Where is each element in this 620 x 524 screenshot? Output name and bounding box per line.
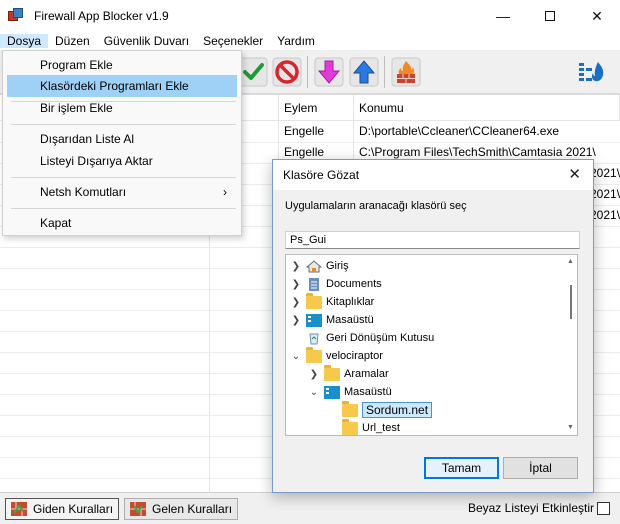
folder-icon: [306, 292, 322, 309]
desktop-icon: [306, 313, 322, 327]
folder-icon: [342, 418, 358, 435]
move-down-icon[interactable]: [312, 55, 346, 89]
row-path: 2021\: [590, 208, 620, 222]
firewall-icon[interactable]: [389, 55, 423, 89]
menu-item-exit[interactable]: Kapat: [7, 212, 237, 234]
chevron-right-icon[interactable]: ❯: [290, 297, 302, 308]
tree-item-label: Geri Dönüşüm Kutusu: [326, 332, 435, 344]
dialog-title-bar: Klasöre Gözat ✕: [273, 160, 593, 190]
app-icon: [8, 8, 24, 24]
whitelist-toggle[interactable]: Beyaz Listeyi Etkinleştir: [468, 501, 610, 515]
folder-input[interactable]: Ps_Gui: [285, 231, 580, 249]
move-up-icon[interactable]: [347, 55, 381, 89]
firewall-settings-icon[interactable]: [574, 55, 608, 89]
row-path: 2021\: [590, 187, 620, 201]
home-icon: [306, 259, 322, 272]
menu-item-import-list[interactable]: Dışarıdan Liste Al: [7, 128, 237, 150]
scrollbar-thumb[interactable]: [570, 285, 572, 319]
tab-outgoing-label: Giden Kuralları: [33, 502, 114, 516]
chevron-right-icon[interactable]: ❯: [290, 279, 302, 290]
ok-button[interactable]: Tamam: [424, 457, 499, 479]
recycle-bin-icon: [309, 333, 319, 344]
maximize-button[interactable]: [527, 0, 573, 32]
menu-item-netsh-commands[interactable]: Netsh Komutları ›: [7, 181, 237, 203]
tree-item-label: Masaüstü: [344, 386, 392, 398]
tree-item-sordum[interactable]: Sordum.net: [326, 400, 433, 419]
dialog-title: Klasöre Gözat: [283, 168, 360, 182]
scroll-up-icon[interactable]: ▲: [567, 258, 574, 265]
tree-item-libraries[interactable]: ❯ Kitaplıklar: [290, 292, 375, 311]
tree-item-velociraptor[interactable]: ⌄ velociraptor: [290, 346, 383, 365]
menu-options[interactable]: Seçenekler: [196, 34, 270, 48]
scroll-down-icon[interactable]: ▼: [567, 424, 574, 431]
cancel-button[interactable]: İptal: [503, 457, 578, 479]
tree-item-label: Sordum.net: [362, 402, 433, 418]
file-menu-dropdown: Program Ekle Klasördeki Programları Ekle…: [2, 50, 242, 236]
tree-item-desktop-sub[interactable]: ⌄ Masaüstü: [308, 383, 392, 401]
chevron-down-icon[interactable]: ⌄: [308, 387, 320, 398]
whitelist-label: Beyaz Listeyi Etkinleştir: [467, 501, 594, 515]
folder-icon: [306, 346, 322, 363]
tree-item-home[interactable]: ❯ Giriş: [290, 257, 349, 275]
tree-item-desktop[interactable]: ❯ Masaüstü: [290, 311, 374, 329]
menu-help[interactable]: Yardım: [270, 34, 322, 48]
menu-file[interactable]: Dosya: [0, 34, 49, 48]
column-header-action[interactable]: Eylem: [279, 95, 354, 121]
incoming-rules-icon: [130, 502, 146, 516]
menu-item-add-program[interactable]: Program Ekle: [7, 54, 237, 76]
window-title: Firewall App Blocker v1.9: [34, 9, 169, 23]
tree-item-label: Masaüstü: [326, 314, 374, 326]
menu-item-label: Netsh Komutları: [40, 185, 127, 199]
tree-item-documents[interactable]: ❯ Documents: [290, 275, 382, 293]
menu-item-export-list[interactable]: Listeyi Dışarıya Aktar: [7, 150, 237, 172]
menu-edit[interactable]: Düzen: [48, 34, 97, 48]
chevron-right-icon[interactable]: ❯: [290, 261, 302, 272]
close-icon[interactable]: ✕: [568, 165, 581, 183]
tree-item-label: Kitaplıklar: [326, 296, 375, 308]
chevron-right-icon: ›: [223, 185, 227, 199]
menu-item-add-process[interactable]: Bir işlem Ekle: [7, 97, 237, 119]
desktop-icon: [324, 385, 340, 399]
chevron-right-icon[interactable]: ❯: [290, 315, 302, 326]
documents-icon: [309, 277, 319, 291]
whitelist-checkbox[interactable]: [597, 501, 610, 515]
tab-incoming-rules[interactable]: Gelen Kuralları: [124, 498, 239, 520]
tab-incoming-label: Gelen Kuralları: [152, 502, 233, 516]
tree-item-label: Giriş: [326, 260, 349, 272]
row-action: Engelle: [284, 124, 325, 138]
tree-scrollbar[interactable]: ▲ ▼: [565, 255, 577, 435]
minimize-button[interactable]: —: [480, 0, 526, 32]
tree-item-label: velociraptor: [326, 350, 383, 362]
chevron-down-icon[interactable]: ⌄: [290, 351, 302, 362]
row-path: D:\portable\Ccleaner\CCleaner64.exe: [359, 124, 560, 138]
block-icon[interactable]: [270, 55, 304, 89]
tree-item-url-test[interactable]: Url_test: [326, 418, 400, 435]
tree-item-searches[interactable]: ❯ Aramalar: [308, 364, 389, 383]
tree-item-recycle-bin[interactable]: Geri Dönüşüm Kutusu: [290, 329, 434, 347]
title-bar: Firewall App Blocker v1.9 — ✕: [0, 0, 620, 32]
menu-firewall[interactable]: Güvenlik Duvarı: [97, 34, 196, 48]
browse-folder-dialog: Klasöre Gözat ✕ Uygulamaların aranacağı …: [272, 159, 594, 493]
tree-item-label: Aramalar: [344, 368, 389, 380]
outgoing-rules-icon: [11, 502, 27, 516]
folder-icon: [342, 400, 358, 417]
menu-bar: Dosya Düzen Güvenlik Duvarı Seçenekler Y…: [0, 32, 620, 50]
folder-tree[interactable]: ❯ Giriş ❯ Documents ❯ Kitaplıklar ❯ Masa…: [285, 254, 578, 436]
tree-item-label: Documents: [326, 278, 382, 290]
menu-item-add-folder-programs[interactable]: Klasördeki Programları Ekle: [7, 75, 237, 97]
chevron-right-icon[interactable]: ❯: [308, 369, 320, 380]
row-path: 2021\: [590, 166, 620, 180]
column-header-location[interactable]: Konumu: [354, 95, 620, 121]
tab-outgoing-rules[interactable]: Giden Kuralları: [5, 498, 120, 520]
folder-icon: [324, 364, 340, 381]
tree-item-label: Url_test: [362, 422, 400, 434]
dialog-description: Uygulamaların aranacağı klasörü seç: [285, 200, 467, 212]
status-bar: Giden Kuralları Gelen Kuralları Beyaz Li…: [0, 492, 620, 524]
close-button[interactable]: ✕: [574, 0, 620, 32]
